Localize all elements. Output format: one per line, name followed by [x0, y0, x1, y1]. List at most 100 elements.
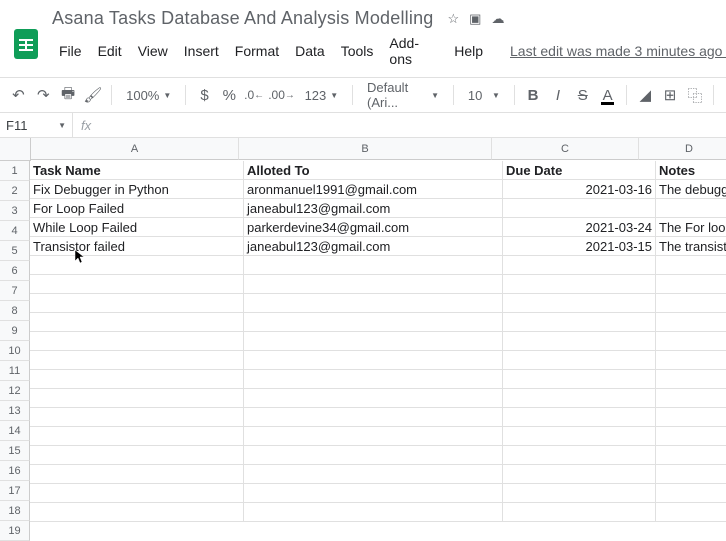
cell[interactable] — [503, 332, 656, 351]
cell[interactable] — [244, 256, 503, 275]
row-header[interactable]: 5 — [0, 241, 30, 261]
print-icon[interactable]: 🖶 — [58, 82, 79, 108]
row-header[interactable]: 9 — [0, 321, 30, 341]
row-header[interactable]: 3 — [0, 201, 30, 221]
cell[interactable] — [503, 275, 656, 294]
row-header[interactable]: 13 — [0, 401, 30, 421]
cell[interactable] — [656, 503, 726, 522]
menu-file[interactable]: File — [52, 39, 89, 63]
paint-format-icon[interactable]: 🖌 — [82, 82, 103, 108]
cell[interactable] — [503, 408, 656, 427]
cell[interactable] — [656, 484, 726, 503]
cell[interactable]: The transistor sh — [656, 237, 726, 256]
cell[interactable] — [30, 389, 244, 408]
menu-data[interactable]: Data — [288, 39, 332, 63]
cell[interactable] — [244, 351, 503, 370]
cell[interactable] — [30, 370, 244, 389]
font-size-select[interactable]: 10▼ — [462, 82, 506, 108]
cell[interactable] — [656, 465, 726, 484]
merge-button[interactable]: ⿻ — [684, 82, 705, 108]
cell[interactable] — [30, 484, 244, 503]
menu-insert[interactable]: Insert — [177, 39, 226, 63]
cell[interactable] — [244, 313, 503, 332]
cell[interactable] — [503, 389, 656, 408]
cell[interactable] — [656, 199, 726, 218]
undo-icon[interactable]: ↶ — [8, 82, 29, 108]
cell[interactable]: Due Date — [503, 161, 656, 180]
cell[interactable] — [244, 503, 503, 522]
cell[interactable] — [503, 427, 656, 446]
cell[interactable] — [503, 351, 656, 370]
cell[interactable] — [30, 351, 244, 370]
row-header[interactable]: 2 — [0, 181, 30, 201]
row-header[interactable]: 11 — [0, 361, 30, 381]
move-icon[interactable]: ▣ — [469, 11, 481, 27]
cell[interactable] — [30, 275, 244, 294]
last-edit-link[interactable]: Last edit was made 3 minutes ago by AARO… — [510, 43, 726, 59]
cell[interactable] — [503, 313, 656, 332]
row-header[interactable]: 15 — [0, 441, 30, 461]
row-header[interactable]: 17 — [0, 481, 30, 501]
text-color-button[interactable]: A — [597, 82, 618, 108]
cell[interactable] — [244, 408, 503, 427]
row-header[interactable]: 7 — [0, 281, 30, 301]
cell[interactable] — [30, 465, 244, 484]
menu-edit[interactable]: Edit — [91, 39, 129, 63]
cell[interactable] — [656, 275, 726, 294]
cell[interactable] — [244, 370, 503, 389]
col-header-A[interactable]: A — [31, 138, 239, 160]
currency-button[interactable]: $ — [194, 82, 215, 108]
percent-button[interactable]: % — [219, 82, 240, 108]
cell[interactable] — [503, 484, 656, 503]
cell[interactable] — [656, 446, 726, 465]
cell[interactable] — [503, 370, 656, 389]
col-header-B[interactable]: B — [239, 138, 492, 160]
borders-button[interactable]: ⊞ — [660, 82, 681, 108]
name-box[interactable]: F11▼ — [0, 113, 73, 137]
cell[interactable]: 2021-03-16 — [503, 180, 656, 199]
col-header-D[interactable]: D — [639, 138, 726, 160]
cell[interactable] — [244, 484, 503, 503]
cell[interactable] — [656, 408, 726, 427]
cell[interactable]: parkerdevine34@gmail.com — [244, 218, 503, 237]
cell[interactable] — [244, 332, 503, 351]
cell[interactable] — [30, 294, 244, 313]
cell[interactable] — [503, 294, 656, 313]
cell[interactable]: The debugger ha — [656, 180, 726, 199]
cell[interactable] — [30, 503, 244, 522]
cell[interactable]: Fix Debugger in Python — [30, 180, 244, 199]
cell[interactable] — [244, 446, 503, 465]
cell[interactable] — [503, 199, 656, 218]
cell[interactable] — [244, 294, 503, 313]
row-header[interactable]: 19 — [0, 521, 30, 541]
cell[interactable] — [244, 465, 503, 484]
row-header[interactable]: 14 — [0, 421, 30, 441]
menu-view[interactable]: View — [131, 39, 175, 63]
font-family-select[interactable]: Default (Ari...▼ — [361, 82, 445, 108]
cell[interactable] — [30, 256, 244, 275]
fill-color-button[interactable]: ◢ — [635, 82, 656, 108]
cell[interactable]: Task Name — [30, 161, 244, 180]
cell[interactable]: Transistor failed — [30, 237, 244, 256]
menu-format[interactable]: Format — [228, 39, 286, 63]
zoom-select[interactable]: 100%▼ — [120, 82, 177, 108]
cell[interactable]: janeabul123@gmail.com — [244, 237, 503, 256]
row-header[interactable]: 4 — [0, 221, 30, 241]
cell[interactable]: While Loop Failed — [30, 218, 244, 237]
cell[interactable] — [656, 370, 726, 389]
cell[interactable] — [244, 389, 503, 408]
cell[interactable]: Alloted To — [244, 161, 503, 180]
row-header[interactable]: 6 — [0, 261, 30, 281]
cell[interactable] — [503, 446, 656, 465]
cell[interactable] — [30, 427, 244, 446]
cell[interactable]: The For loop and — [656, 218, 726, 237]
cell[interactable] — [30, 332, 244, 351]
menu-addons[interactable]: Add-ons — [382, 31, 445, 71]
cloud-icon[interactable]: ☁ — [491, 11, 504, 27]
row-header[interactable]: 1 — [0, 161, 30, 181]
row-header[interactable]: 10 — [0, 341, 30, 361]
redo-icon[interactable]: ↷ — [33, 82, 54, 108]
number-format-select[interactable]: 123▼ — [299, 82, 345, 108]
col-header-C[interactable]: C — [492, 138, 639, 160]
decrease-decimal-button[interactable]: .0← — [244, 82, 265, 108]
